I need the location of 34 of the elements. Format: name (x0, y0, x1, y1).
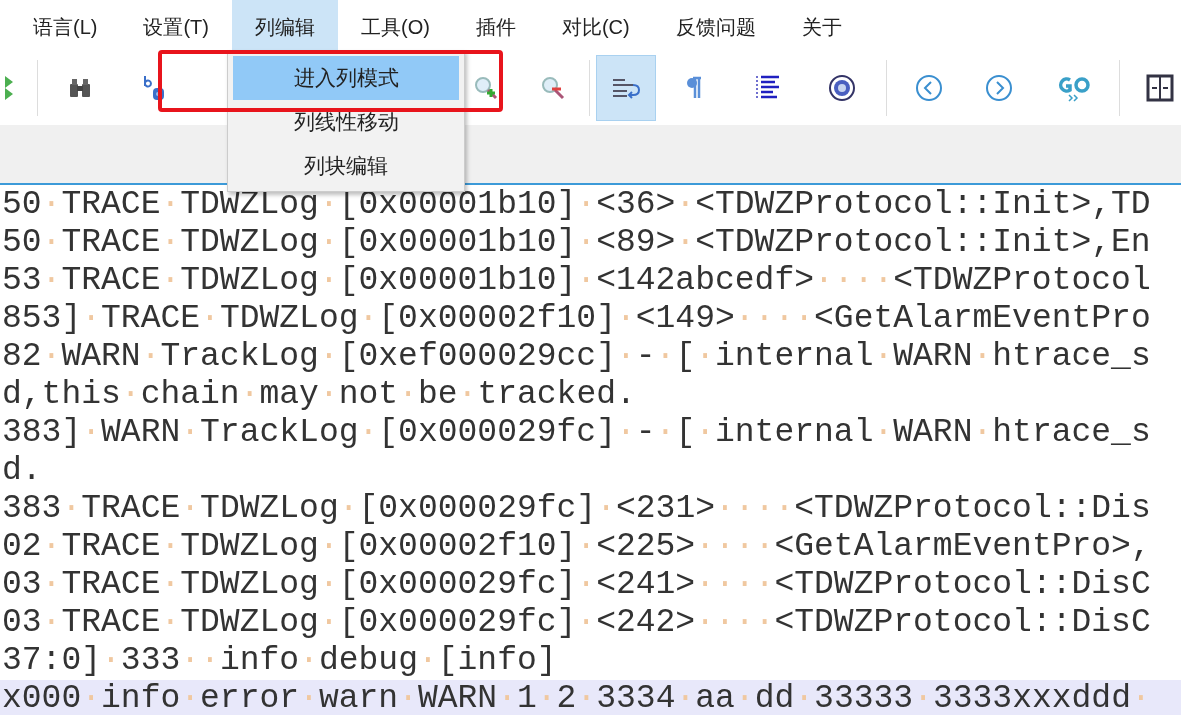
editor-line: 03·TRACE·TDWZLog·[0x000029fc]·<241>····<TDWZProtocol::DisC (1, 566, 1152, 604)
editor-line: 53·TRACE·TDWZLog·[0x00001b10]·<142abcedf>····<TDWZProtocol (1, 262, 1152, 300)
editor-line: d,this·chain·may·not·be·tracked. (1, 376, 637, 414)
editor-line: 03·TRACE·TDWZLog·[0x000029fc]·<242>····<TDWZProtocol::DisC (1, 604, 1152, 642)
editor-line: 50·TRACE·TDWZLog·[0x00001b10]·<89>·<TDWZProtocol::Init>,En (1, 224, 1152, 262)
back-circle-icon (915, 73, 943, 102)
zoom-out-icon (540, 74, 566, 101)
menu-item[interactable]: 设置(T) (120, 0, 232, 50)
menu-item[interactable]: 语言(L) (10, 0, 121, 50)
zoom-in-icon (473, 74, 499, 101)
editor-line: 02·TRACE·TDWZLog·[0x00002f10]·<225>····<GetAlarmEventPro>, (1, 528, 1152, 566)
menu-item[interactable]: 工具(O) (338, 0, 453, 50)
binoculars-icon (69, 77, 91, 98)
menu-item[interactable]: 列编辑 (232, 0, 338, 50)
editor-line: 37:0]·333··info·debug·[info] (1, 642, 558, 680)
editor-line: 383]·WARN·TrackLog·[0x000029fc]·-·[·internal·WARN·htrace_s (1, 414, 1152, 452)
word-wrap-icon (611, 76, 641, 99)
menu-option[interactable]: 列线性移动 (233, 100, 459, 144)
editor-line: 82·WARN·TrackLog·[0xef000029cc]·-·[·internal·WARN·htrace_s (1, 338, 1152, 376)
target-icon (828, 73, 856, 102)
editor-line: 383·TRACE·TDWZLog·[0x000029fc]·<231>····<TDWZProtocol::Dis (1, 490, 1152, 528)
menu-item[interactable]: 对比(C) (538, 0, 653, 50)
menu-item[interactable]: 反馈问题 (652, 0, 779, 50)
editor-line: d. (1, 452, 43, 490)
menu-item[interactable]: 关于 (778, 0, 865, 50)
word-wrap-button[interactable] (596, 54, 656, 121)
column-frame-icon (1146, 73, 1174, 102)
editor-line: 50·TRACE·TDWZLog·[0x00001b10]·<36>·<TDWZProtocol::Init>,TD (1, 186, 1152, 224)
menu-option[interactable]: 列块编辑 (233, 144, 459, 188)
pilcrow-icon (686, 75, 702, 100)
menu-item[interactable]: 插件 (452, 0, 539, 50)
menu-option[interactable]: 进入列模式 (233, 56, 459, 100)
forward-circle-icon (985, 73, 1013, 102)
editor-line: 853]·TRACE·TDWZLog·[0x00002f10]·<149>····<GetAlarmEventPro (1, 300, 1152, 338)
